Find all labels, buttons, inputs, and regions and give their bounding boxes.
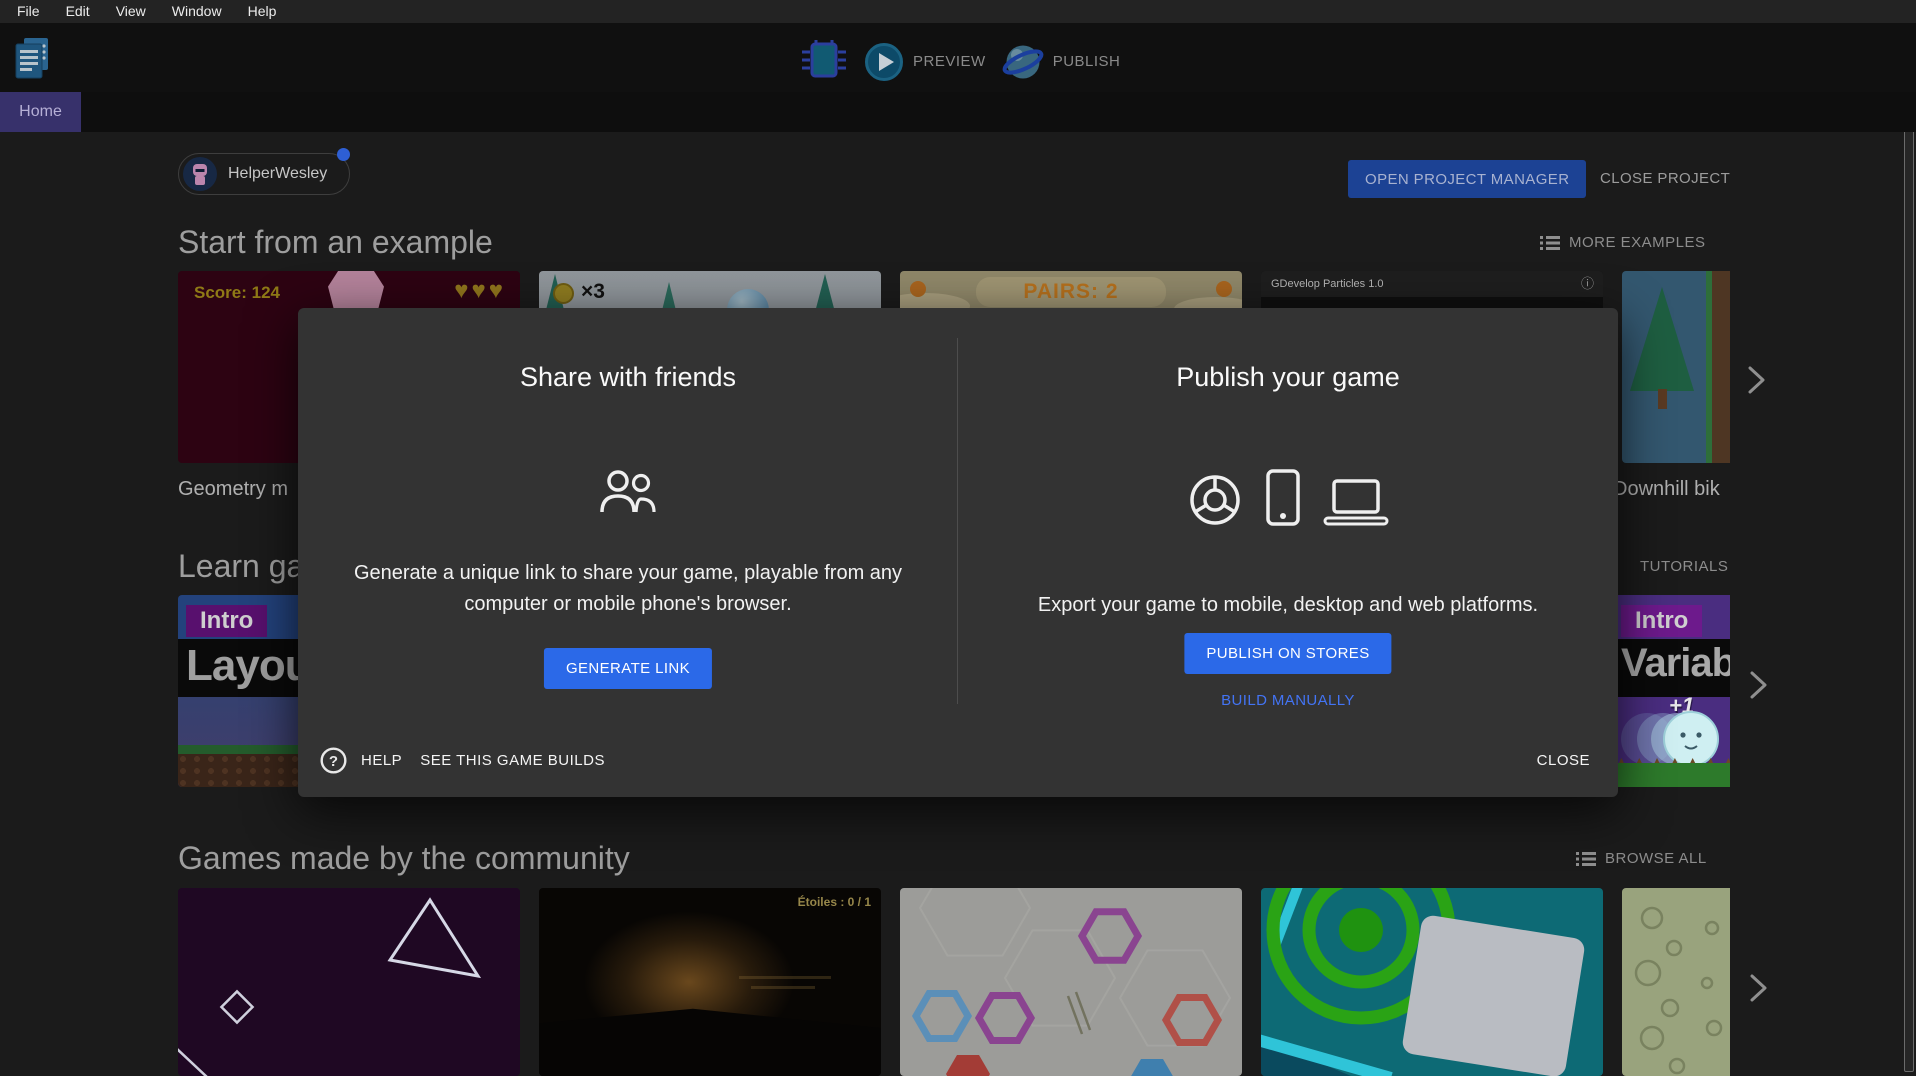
pairs-counter: PAIRS: 2: [976, 277, 1166, 307]
community-card-hexagons[interactable]: [900, 888, 1242, 1076]
examples-next-chevron[interactable]: [1746, 365, 1768, 400]
preview-label: PREVIEW: [913, 53, 986, 70]
share-column: Share with friends Generate a unique lin…: [298, 308, 958, 738]
menu-help[interactable]: Help: [235, 0, 290, 23]
community-next-chevron[interactable]: [1748, 973, 1770, 1008]
close-dialog-button[interactable]: CLOSE: [1537, 752, 1590, 769]
learn-card-intro-variables[interactable]: Intro Variab +1: [1613, 595, 1730, 787]
community-card-maze[interactable]: [1261, 888, 1603, 1076]
hearts-icons: ♥♥♥: [454, 277, 506, 305]
examples-section-title: Start from an example: [178, 224, 493, 261]
mushroom-sprite: [1216, 281, 1232, 297]
help-button[interactable]: HELP: [357, 746, 406, 775]
more-examples-button[interactable]: MORE EXAMPLES: [1540, 234, 1706, 251]
list-icon: [1576, 851, 1596, 867]
share-title: Share with friends: [298, 362, 958, 393]
help-icon[interactable]: ?: [320, 747, 347, 774]
publish-column: Publish your game Export your game to mo…: [958, 308, 1618, 738]
particles-title: GDevelop Particles 1.0: [1271, 271, 1384, 297]
intro-badge: Intro: [1621, 605, 1702, 637]
generate-link-button[interactable]: GENERATE LINK: [544, 648, 712, 689]
community-card-night[interactable]: Étoiles : 0 / 1: [539, 888, 881, 1076]
menu-window[interactable]: Window: [159, 0, 235, 23]
share-description: Generate a unique link to share your gam…: [328, 558, 928, 620]
username-label: HelperWesley: [228, 165, 327, 183]
learn-next-chevron[interactable]: [1748, 670, 1770, 705]
list-icon: [1540, 235, 1560, 251]
publish-on-stores-button[interactable]: PUBLISH ON STORES: [1184, 633, 1391, 674]
mushroom-sprite: [910, 281, 926, 297]
laptop-icon: [1323, 476, 1389, 528]
info-icon: ⓘ: [1581, 271, 1594, 297]
tutorials-button[interactable]: TUTORIALS: [1640, 558, 1728, 575]
main-toolbar: PREVIEW PUBLISH: [0, 23, 1916, 92]
hexagons-art: [900, 888, 1242, 1076]
publish-description: Export your game to mobile, desktop and …: [988, 590, 1588, 621]
pine-tree-shape: [1630, 287, 1694, 391]
caption-downhill-bike: Downhill bik: [1613, 478, 1730, 501]
project-manager-icon[interactable]: [12, 36, 52, 87]
triangles-art: [178, 888, 520, 1076]
community-section-title: Games made by the community: [178, 840, 630, 877]
community-card-cells[interactable]: [1622, 888, 1730, 1076]
soil-shape: [1706, 271, 1730, 463]
notification-dot: [337, 148, 350, 161]
title-band: Variab: [1613, 639, 1730, 697]
trunk-shape: [1658, 389, 1667, 409]
particles-title-bar: GDevelop Particles 1.0 ⓘ: [1261, 271, 1603, 297]
community-card-triangles[interactable]: [178, 888, 520, 1076]
learn-section-title: Learn ga: [178, 548, 304, 585]
globe-icon: [1002, 41, 1044, 83]
svg-text:?: ?: [329, 753, 338, 770]
caption-geometry-monster: Geometry m: [178, 478, 298, 501]
avatar: [183, 157, 217, 191]
maze-art: [1261, 888, 1603, 1076]
share-publish-dialog: Share with friends Generate a unique lin…: [298, 308, 1618, 797]
publish-button[interactable]: PUBLISH: [1002, 41, 1121, 83]
tab-home[interactable]: Home: [0, 92, 81, 132]
coin-multiplier: ×3: [581, 280, 605, 304]
faint-text-line: [751, 986, 815, 989]
publish-title: Publish your game: [958, 362, 1618, 393]
browse-all-button[interactable]: BROWSE ALL: [1576, 850, 1707, 867]
coin-icon: [553, 283, 574, 304]
menu-view[interactable]: View: [103, 0, 159, 23]
variables-word: Variab: [1621, 641, 1730, 686]
menu-bar: File Edit View Window Help: [0, 0, 1916, 23]
build-manually-link[interactable]: BUILD MANUALLY: [958, 692, 1618, 709]
example-card-downhill-bike[interactable]: [1622, 271, 1730, 463]
intro-badge: Intro: [186, 605, 267, 637]
chrome-icon: [1187, 472, 1243, 528]
tab-bar: Home: [0, 92, 1916, 132]
grass-strip: [1613, 763, 1730, 787]
people-icon: [596, 468, 660, 516]
vertical-scrollbar[interactable]: [1904, 96, 1914, 1072]
community-card-row: Étoiles : 0 / 1: [178, 888, 1730, 1076]
close-project-button[interactable]: CLOSE PROJECT: [1600, 160, 1730, 198]
faint-text-line: [739, 976, 831, 979]
menu-edit[interactable]: Edit: [53, 0, 103, 23]
open-project-manager-button[interactable]: OPEN PROJECT MANAGER: [1348, 160, 1586, 198]
menu-file[interactable]: File: [4, 0, 53, 23]
more-examples-label: MORE EXAMPLES: [1569, 234, 1706, 251]
gdevelop-window: File Edit View Window Help: [0, 0, 1916, 1076]
score-label: Score: 124: [194, 283, 280, 303]
debugger-icon[interactable]: [800, 37, 848, 86]
cells-art: [1622, 888, 1730, 1076]
play-icon: [864, 42, 904, 82]
preview-button[interactable]: PREVIEW: [864, 42, 986, 82]
smartphone-icon: [1265, 468, 1301, 528]
browse-all-label: BROWSE ALL: [1605, 850, 1707, 867]
user-profile-chip[interactable]: HelperWesley: [178, 153, 350, 195]
stars-counter: Étoiles : 0 / 1: [798, 895, 871, 909]
tutorials-label: TUTORIALS: [1640, 558, 1728, 575]
see-game-builds-button[interactable]: SEE THIS GAME BUILDS: [416, 746, 609, 775]
publish-label: PUBLISH: [1053, 53, 1121, 70]
